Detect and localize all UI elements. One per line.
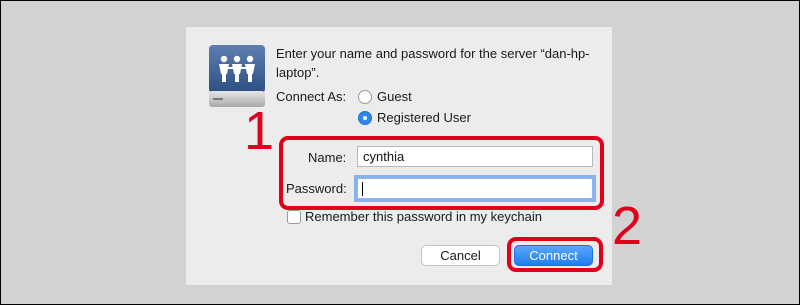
- step-1-number: 1: [244, 101, 275, 161]
- cancel-button[interactable]: Cancel: [421, 245, 500, 266]
- registered-user-radio[interactable]: [358, 111, 372, 125]
- server-prompt: Enter your name and password for the ser…: [276, 46, 590, 80]
- remember-checkbox[interactable]: [287, 210, 301, 224]
- step-2-number: 2: [612, 196, 643, 256]
- guest-radio-label[interactable]: Guest: [377, 89, 412, 104]
- shared-server-icon: [209, 45, 265, 107]
- connect-highlight-box: [507, 237, 603, 272]
- remember-checkbox-label[interactable]: Remember this password in my keychain: [305, 209, 542, 224]
- connect-as-label: Connect As:: [276, 89, 347, 104]
- guest-radio[interactable]: [358, 90, 372, 104]
- credentials-highlight-box: [279, 136, 604, 210]
- registered-user-radio-label[interactable]: Registered User: [377, 110, 471, 125]
